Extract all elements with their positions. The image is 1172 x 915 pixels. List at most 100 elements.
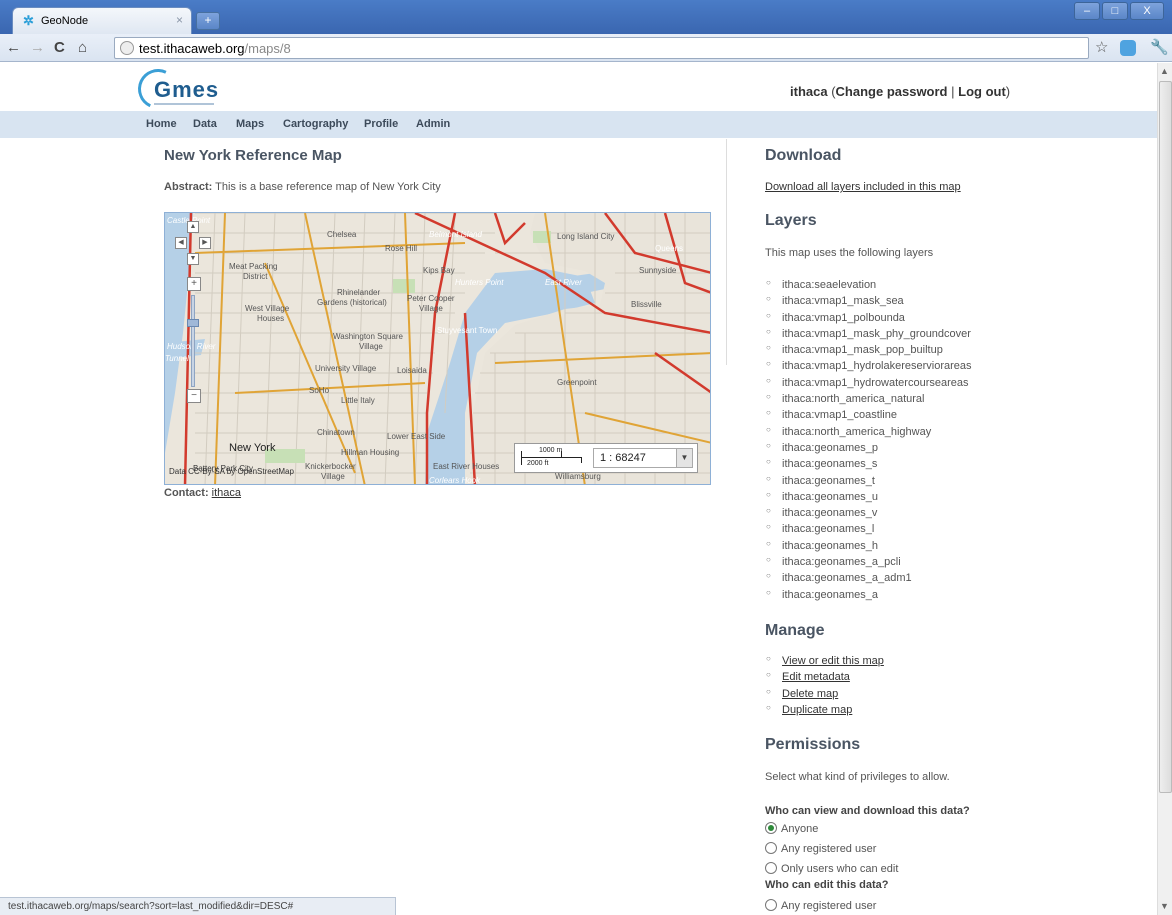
list-item: ithaca:geonames_u: [766, 490, 972, 507]
nav-maps[interactable]: Maps: [236, 118, 264, 130]
nav-admin[interactable]: Admin: [416, 118, 450, 130]
url-host: test.ithacaweb.org: [139, 41, 245, 56]
zoom-out-button[interactable]: −: [187, 389, 201, 403]
radio-unchecked-icon[interactable]: [765, 842, 777, 854]
view-radio-anyone[interactable]: Anyone: [765, 822, 818, 835]
list-item: ithaca:vmap1_coastline: [766, 408, 972, 425]
extension-icon[interactable]: [1120, 40, 1136, 56]
change-password-link[interactable]: Change password: [836, 84, 948, 99]
bookmark-star-icon[interactable]: ☆: [1095, 38, 1108, 56]
home-icon[interactable]: ⌂: [78, 39, 87, 57]
list-item: ithaca:geonames_a: [766, 588, 972, 605]
svg-text:Village: Village: [359, 342, 383, 351]
reload-icon[interactable]: C: [54, 39, 65, 57]
page-content: Gmes ithaca (Change password | Log out) …: [0, 63, 1157, 915]
svg-text:Knickerbocker: Knickerbocker: [305, 462, 356, 471]
browser-toolbar: ← → C ⌂ test.ithacaweb.org/maps/8 ☆ 🔧: [0, 34, 1172, 62]
page-title: New York Reference Map: [164, 147, 342, 164]
nav-cartography[interactable]: Cartography: [283, 118, 348, 130]
svg-text:University Village: University Village: [315, 364, 377, 373]
scale-select[interactable]: 1 : 68247 ▼: [593, 448, 693, 468]
nav-profile[interactable]: Profile: [364, 118, 398, 130]
scrollbar-thumb[interactable]: [1159, 81, 1172, 793]
view-question: Who can view and download this data?: [765, 805, 970, 817]
svg-text:Sunnyside: Sunnyside: [639, 266, 677, 275]
contact-link[interactable]: ithaca: [212, 487, 241, 499]
username: ithaca: [790, 84, 828, 99]
edit-question: Who can edit this data?: [765, 879, 889, 891]
back-arrow-icon[interactable]: ←: [6, 39, 21, 57]
page-info-icon[interactable]: [120, 41, 134, 55]
list-item: ithaca:geonames_a_pcli: [766, 555, 972, 572]
radio-unchecked-icon[interactable]: [765, 899, 777, 911]
svg-text:Queens: Queens: [655, 244, 683, 253]
browser-titlebar: ✲ GeoNode × + – □ X: [0, 0, 1172, 34]
list-item: ithaca:geonames_v: [766, 506, 972, 523]
gmes-logo[interactable]: Gmes: [132, 63, 228, 115]
svg-text:Blissville: Blissville: [631, 300, 662, 309]
forward-arrow-icon[interactable]: →: [30, 39, 45, 57]
zoom-in-button[interactable]: +: [187, 277, 201, 291]
scroll-down-icon[interactable]: ▼: [1160, 901, 1169, 911]
map-viewer[interactable]: Castle Point Chelsea Rose Hill Belmont I…: [164, 212, 711, 485]
list-item: ithaca:vmap1_mask_sea: [766, 294, 972, 311]
wrench-menu-icon[interactable]: 🔧: [1150, 38, 1169, 56]
svg-text:Corlears Hook: Corlears Hook: [429, 476, 481, 485]
delete-map-link[interactable]: Delete map: [766, 687, 884, 704]
minimize-button[interactable]: –: [1074, 2, 1100, 20]
svg-text:Village: Village: [419, 304, 443, 313]
svg-text:West Village: West Village: [245, 304, 290, 313]
close-tab-icon[interactable]: ×: [176, 13, 183, 27]
main-nav: Home Data Maps Cartography Profile Admin: [0, 111, 1157, 138]
browser-tab[interactable]: ✲ GeoNode ×: [12, 7, 192, 34]
duplicate-map-link[interactable]: Duplicate map: [766, 703, 884, 720]
permissions-heading: Permissions: [765, 736, 861, 753]
edit-metadata-link[interactable]: Edit metadata: [766, 670, 884, 687]
pan-right-icon[interactable]: ▶: [199, 237, 211, 249]
edit-radio-registered[interactable]: Any registered user: [765, 899, 876, 912]
list-item: ithaca:vmap1_hydrolakereserviorareas: [766, 359, 972, 376]
zoom-slider-handle[interactable]: [187, 319, 199, 327]
manage-heading: Manage: [765, 622, 825, 639]
page-scrollbar[interactable]: ▲ ▼: [1157, 63, 1172, 915]
address-bar[interactable]: test.ithacaweb.org/maps/8: [114, 37, 1089, 59]
new-tab-button[interactable]: +: [196, 12, 220, 30]
svg-text:Lower East Side: Lower East Side: [387, 432, 446, 441]
chevron-down-icon[interactable]: ▼: [676, 449, 692, 467]
list-item: ithaca:north_america_highway: [766, 425, 972, 442]
svg-text:Long Island City: Long Island City: [557, 232, 614, 241]
manage-list: View or edit this map Edit metadata Dele…: [766, 654, 884, 720]
svg-text:Houses: Houses: [257, 314, 284, 323]
pan-down-icon[interactable]: ▼: [187, 253, 199, 265]
download-all-link[interactable]: Download all layers included in this map: [765, 181, 961, 193]
maximize-button[interactable]: □: [1102, 2, 1128, 20]
user-bar: ithaca (Change password | Log out): [790, 84, 1011, 99]
list-item: ithaca:geonames_l: [766, 522, 972, 539]
url-path: /maps/8: [244, 41, 291, 56]
nav-home[interactable]: Home: [146, 118, 177, 130]
svg-text:Hunters Point: Hunters Point: [455, 278, 504, 287]
svg-text:District: District: [243, 272, 268, 281]
svg-text:SoHo: SoHo: [309, 386, 330, 395]
view-radio-editors[interactable]: Only users who can edit: [765, 862, 898, 875]
svg-text:Greenpoint: Greenpoint: [557, 378, 597, 387]
view-edit-map-link[interactable]: View or edit this map: [766, 654, 884, 671]
pan-up-icon[interactable]: ▲: [187, 221, 199, 233]
scroll-up-icon[interactable]: ▲: [1160, 66, 1169, 76]
logout-link[interactable]: Log out: [958, 84, 1006, 99]
svg-text:Stuyvesant Town: Stuyvesant Town: [437, 326, 497, 335]
nav-data[interactable]: Data: [193, 118, 217, 130]
svg-text:Little Italy: Little Italy: [341, 396, 375, 405]
close-window-button[interactable]: X: [1130, 2, 1164, 20]
contact: Contact: ithaca: [164, 487, 242, 499]
svg-text:Washington Square: Washington Square: [333, 332, 404, 341]
svg-text:Belmont Island: Belmont Island: [429, 230, 482, 239]
zoom-slider[interactable]: [191, 295, 195, 387]
radio-unchecked-icon[interactable]: [765, 862, 777, 874]
radio-checked-icon[interactable]: [765, 822, 777, 834]
view-radio-registered[interactable]: Any registered user: [765, 842, 876, 855]
pan-left-icon[interactable]: ◀: [175, 237, 187, 249]
svg-text:Chinatown: Chinatown: [317, 428, 355, 437]
list-item: ithaca:vmap1_hydrowatercourseareas: [766, 376, 972, 393]
svg-text:Tunnel: Tunnel: [165, 354, 189, 363]
